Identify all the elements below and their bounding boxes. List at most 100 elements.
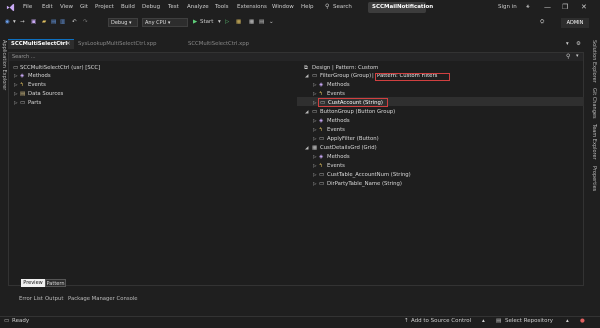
layout-icon[interactable]: ▤ <box>259 19 264 25</box>
button-events[interactable]: Events <box>327 127 345 133</box>
output-tab[interactable]: Output <box>45 296 63 302</box>
error-list-tab[interactable]: Error List <box>19 296 43 302</box>
tab-list-dropdown-icon[interactable]: ▾ <box>566 41 569 47</box>
dropdown-icon[interactable]: ▾ <box>13 19 16 25</box>
left-tree-item-data-sources[interactable]: Data Sources <box>28 91 63 97</box>
undo-icon[interactable]: ↶ <box>72 19 77 25</box>
grid-events[interactable]: Events <box>327 163 345 169</box>
source-control-dropdown-icon[interactable]: ▴ <box>482 318 485 324</box>
menu-edit[interactable]: Edit <box>42 4 53 10</box>
right-tree-root[interactable]: Design | Pattern: Custom <box>312 65 378 71</box>
design-icon: ⧉ <box>304 65 308 71</box>
apply-filter-node[interactable]: ApplyFilter (Button) <box>327 136 379 142</box>
expand-arrow-icon[interactable]: ▷ <box>313 164 316 169</box>
minimize-icon[interactable]: — <box>544 3 551 11</box>
grid-node[interactable]: CustDetailsGrd (Grid) <box>320 145 377 151</box>
save-icon[interactable]: ▤ <box>51 19 56 25</box>
expand-arrow-icon[interactable]: ▷ <box>313 182 316 187</box>
solution-explorer-tab[interactable]: Solution Explorer <box>591 40 597 83</box>
expand-arrow-icon[interactable]: ▷ <box>313 155 316 160</box>
start-without-debug-icon[interactable]: ▷ <box>225 19 229 25</box>
expand-arrow-icon[interactable]: ▷ <box>313 137 316 142</box>
expand-arrow-icon[interactable]: ▷ <box>313 128 316 133</box>
platform-value: Any CPU <box>145 20 167 26</box>
tab-syslookup[interactable]: SysLookupMultiSelectCtrl.xpp <box>78 41 156 47</box>
menu-build[interactable]: Build <box>121 4 135 10</box>
add-to-source-control[interactable]: Add to Source Control <box>411 318 471 324</box>
collapse-arrow-icon[interactable]: ◢ <box>305 110 308 115</box>
notification-bell-icon[interactable]: ● <box>580 318 585 324</box>
repository-dropdown-icon[interactable]: ▴ <box>566 318 569 324</box>
tab-close-icon[interactable]: ✕ <box>66 41 70 47</box>
methods-icon: ◈ <box>319 154 324 160</box>
restore-icon[interactable]: ❐ <box>562 3 568 11</box>
new-project-icon[interactable]: ▣ <box>31 19 36 25</box>
share-icon[interactable]: ⚹ <box>526 3 530 11</box>
pattern-tab[interactable]: Pattern <box>45 279 66 287</box>
customize-icon[interactable]: ⌄ <box>269 19 274 25</box>
close-icon[interactable]: ✕ <box>581 3 587 11</box>
left-tree-item-events[interactable]: Events <box>28 82 46 88</box>
left-tree-item-methods[interactable]: Methods <box>28 73 51 79</box>
expand-arrow-icon[interactable]: ▷ <box>14 83 17 88</box>
menu-help[interactable]: Help <box>301 4 314 10</box>
redo-icon[interactable]: ↷ <box>83 19 88 25</box>
filter-methods[interactable]: Methods <box>327 82 350 88</box>
events-icon: ϟ <box>319 163 323 169</box>
grid-field-accountnum[interactable]: CustTable_AccountNum (String) <box>327 172 411 178</box>
tool-icon[interactable]: ▦ <box>236 19 241 25</box>
git-changes-tab[interactable]: Git Changes <box>591 88 597 119</box>
save-all-icon[interactable]: ▥ <box>60 19 65 25</box>
platform-select[interactable]: Any CPU ▾ <box>142 18 188 27</box>
left-tree-item-parts[interactable]: Parts <box>28 100 41 106</box>
menu-test[interactable]: Test <box>168 4 179 10</box>
pin-icon[interactable]: ⊸ <box>59 41 63 47</box>
package-manager-console-tab[interactable]: Package Manager Console <box>68 296 138 302</box>
filter-group-node[interactable]: FilterGroup (Group) <box>320 73 371 79</box>
expand-arrow-icon[interactable]: ▷ <box>313 119 316 124</box>
start-label[interactable]: Start <box>200 19 213 25</box>
collapse-arrow-icon[interactable]: ◢ <box>305 74 308 79</box>
expand-arrow-icon[interactable]: ▷ <box>14 74 17 79</box>
expand-arrow-icon[interactable]: ▷ <box>313 101 316 106</box>
grid-field-name[interactable]: DirPartyTable_Name (String) <box>327 181 402 187</box>
configuration-select[interactable]: Debug ▾ <box>108 18 138 27</box>
designer-search-dropdown-icon[interactable]: ▾ <box>576 53 579 59</box>
properties-tab[interactable]: Properties <box>591 166 597 191</box>
menu-debug[interactable]: Debug <box>142 4 160 10</box>
visual-studio-logo-icon[interactable] <box>6 3 15 12</box>
button-group-node[interactable]: ButtonGroup (Button Group) <box>320 109 395 115</box>
expand-arrow-icon[interactable]: ▷ <box>14 92 17 97</box>
live-share-icon[interactable]: ⛭ <box>540 19 544 26</box>
menu-tools[interactable]: Tools <box>215 4 229 10</box>
menu-analyze[interactable]: Analyze <box>187 4 209 10</box>
designer-search-icon[interactable]: ⚲ <box>566 53 570 60</box>
select-repository[interactable]: Select Repository <box>505 318 553 324</box>
preview-tab[interactable]: Preview <box>21 279 45 287</box>
menu-extensions[interactable]: Extensions <box>237 4 267 10</box>
tab-sccmultiselectctrl-xpp[interactable]: SCCMultiSelectCtrl.xpp <box>188 41 249 47</box>
menu-file[interactable]: File <box>23 4 32 10</box>
menu-view[interactable]: View <box>60 4 73 10</box>
menu-project[interactable]: Project <box>95 4 114 10</box>
settings-icon[interactable]: ⚙ <box>576 41 581 47</box>
application-explorer-tab[interactable]: Application Explorer <box>1 40 7 90</box>
expand-arrow-icon[interactable]: ▷ <box>313 173 316 178</box>
left-tree-root[interactable]: SCCMultiSelectCtrl (usr) [SCC] <box>20 65 100 71</box>
start-icon[interactable]: ▶ <box>193 19 197 25</box>
menu-git[interactable]: Git <box>80 4 88 10</box>
team-explorer-tab[interactable]: Team Explorer <box>591 124 597 160</box>
menu-window[interactable]: Window <box>272 4 294 10</box>
start-dropdown-icon[interactable]: ▾ <box>218 19 221 25</box>
back-icon[interactable]: ◉ <box>5 19 10 25</box>
open-folder-icon[interactable]: ▰ <box>42 19 46 25</box>
button-methods[interactable]: Methods <box>327 118 350 124</box>
expand-arrow-icon[interactable]: ▷ <box>14 101 17 106</box>
grid-icon[interactable]: ▦ <box>249 19 254 25</box>
grid-methods[interactable]: Methods <box>327 154 350 160</box>
designer-search-input[interactable] <box>9 53 583 61</box>
collapse-arrow-icon[interactable]: ◢ <box>305 146 308 151</box>
forward-icon[interactable]: → <box>20 19 25 25</box>
sign-in-link[interactable]: Sign in <box>498 4 517 10</box>
expand-arrow-icon[interactable]: ▷ <box>313 83 316 88</box>
